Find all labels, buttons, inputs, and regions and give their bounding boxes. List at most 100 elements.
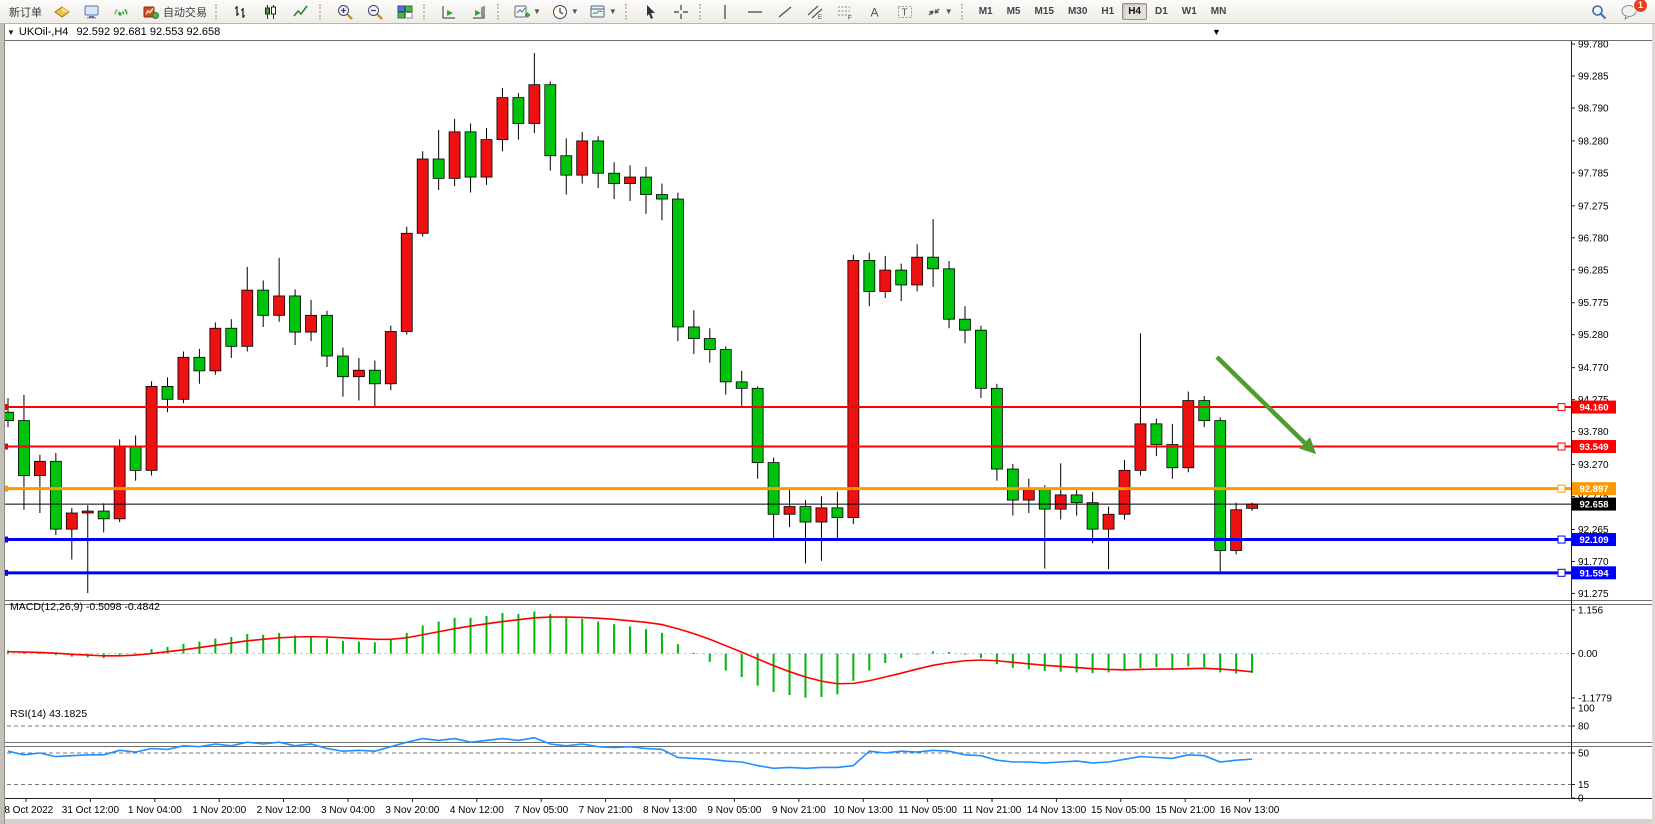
macd-histogram-bar [342,641,344,654]
channel-tool-icon[interactable]: E [801,1,829,23]
chart-shift-marker[interactable]: ▼ [1212,27,1221,37]
line-anchor [1558,485,1565,492]
template-button[interactable]: ▼ [585,1,621,23]
bear-candle [944,269,955,319]
bear-candle [545,85,556,156]
add-indicator-button[interactable]: ▼ [509,1,545,23]
autotrading-button[interactable]: 自动交易 [138,1,211,23]
price-line-tag: 91.594 [1579,568,1609,579]
bear-candle [991,388,1002,469]
toolbar-grip [497,4,505,20]
crosshair-icon[interactable] [667,1,695,23]
time-axis-label: 1 Nov 04:00 [128,805,182,816]
bear-candle [50,461,61,529]
new-order-button[interactable]: 新订单 [5,1,46,23]
macd-histogram-bar [565,618,567,654]
tab-timeframe-H1[interactable]: H1 [1095,3,1120,20]
price-axis-label: 95.280 [1578,330,1609,341]
horizontal-line-91.594[interactable]: 91.594 [0,566,1616,579]
gold-bar-icon[interactable] [48,1,76,23]
bear-candle [465,132,476,177]
toolbar-grip [215,4,223,20]
collapse-chart-icon[interactable]: ▼ [7,28,15,37]
bear-candle [720,350,731,382]
horizontal-line-92.897[interactable]: 92.897 [0,482,1616,495]
zoom-out-icon[interactable] [361,1,389,23]
bull-candle [880,270,891,291]
tab-timeframe-M15[interactable]: M15 [1029,3,1060,20]
rsi-panel[interactable]: 1008050150 [0,704,1595,805]
horizontal-line-93.549[interactable]: 93.549 [0,440,1616,453]
tab-timeframe-M5[interactable]: M5 [1001,3,1027,20]
time-axis-label: 7 Nov 05:00 [514,805,568,816]
search-icon[interactable] [1585,1,1613,23]
time-axis-label: 28 Oct 2022 [0,805,54,816]
bear-candle [928,257,939,269]
bar-chart-icon[interactable] [227,1,255,23]
tab-timeframe-W1[interactable]: W1 [1176,3,1203,20]
bear-candle [1215,421,1226,551]
candlestick-chart-icon[interactable] [257,1,285,23]
svg-text:T: T [901,7,907,18]
macd-histogram-bar [135,653,137,654]
bear-candle [337,356,348,377]
macd-histogram-bar [1060,654,1062,672]
fibonacci-tool-icon[interactable]: F [831,1,859,23]
macd-histogram-bar [677,644,679,653]
time-axis-label: 7 Nov 21:00 [579,805,633,816]
tab-timeframe-M1[interactable]: M1 [973,3,999,20]
label-tool-icon[interactable]: T [891,1,919,23]
tab-timeframe-M30[interactable]: M30 [1062,3,1093,20]
terminal-icon[interactable] [78,1,106,23]
signal-icon[interactable] [108,1,136,23]
bull-candle [274,296,285,315]
mt4-terminal: 新订单 自动交易 [0,0,1655,824]
bull-candle [449,132,460,179]
tab-timeframe-D1[interactable]: D1 [1149,3,1174,20]
price-axis-label: 97.275 [1578,201,1609,212]
bull-candle [401,233,412,331]
svg-text:F: F [848,15,852,21]
price-line-tag: 92.897 [1579,484,1608,495]
price-chart-canvas[interactable]: 99.78099.28598.79098.28097.78597.27596.7… [0,40,1655,824]
horizontal-line-94.160[interactable]: 94.160 [0,401,1616,414]
toolbar-grip [699,4,707,20]
macd-histogram-bar [470,618,472,654]
price-axis[interactable]: 99.78099.28598.79098.28097.78597.27596.7… [1571,40,1609,600]
tile-windows-icon[interactable] [391,1,419,23]
rsi-axis-label: 50 [1578,749,1590,760]
macd-histogram-bar [278,633,280,654]
time-axis[interactable]: 28 Oct 202231 Oct 12:001 Nov 04:001 Nov … [0,798,1280,816]
text-tool-icon[interactable]: A [861,1,889,23]
chart-title-symbol: UKOil-,H4 [19,26,69,38]
macd-histogram-bar [868,654,870,671]
zoom-in-icon[interactable] [331,1,359,23]
trendline-tool-icon[interactable] [771,1,799,23]
trend-arrow[interactable] [1217,357,1316,454]
chart-shift-icon[interactable] [465,1,493,23]
time-axis-label: 4 Nov 12:00 [450,805,504,816]
notifications-button[interactable]: 1 [1615,1,1643,23]
line-chart-icon[interactable] [287,1,315,23]
arrows-tool-button[interactable]: ▼ [921,1,957,23]
vertical-line-tool-icon[interactable] [711,1,739,23]
time-axis-label: 11 Nov 21:00 [963,805,1022,816]
tab-timeframe-MN[interactable]: MN [1205,3,1233,20]
auto-scroll-icon[interactable] [435,1,463,23]
bull-candle [210,328,221,371]
tab-timeframe-H4[interactable]: H4 [1122,3,1147,20]
bear-candle [1007,469,1018,500]
bull-candle [417,159,428,233]
macd-panel[interactable]: 1.1560.00-1.1779 [0,606,1612,705]
horizontal-line-tool-icon[interactable] [741,1,769,23]
horizontal-line-92.109[interactable]: 92.109 [0,533,1616,546]
autotrading-label: 自动交易 [163,4,207,20]
cursor-icon[interactable] [637,1,665,23]
dropdown-arrow-icon: ▼ [533,7,541,16]
rsi-axis-label: 100 [1578,704,1595,715]
period-selector-button[interactable]: ▼ [547,1,583,23]
macd-histogram-bar [964,654,966,655]
bear-candle [258,290,269,315]
bull-candle [1183,401,1194,468]
time-axis-label: 15 Nov 05:00 [1091,805,1151,816]
